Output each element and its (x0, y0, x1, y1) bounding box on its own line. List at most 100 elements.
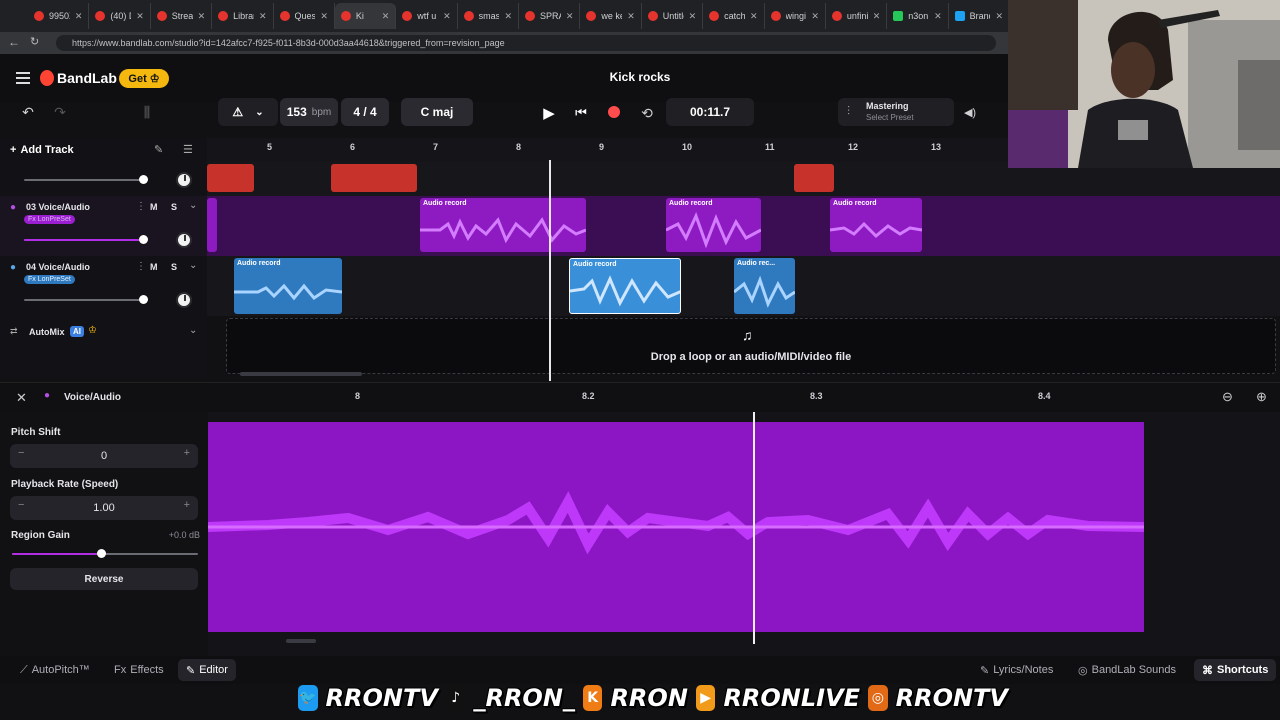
mastering-button[interactable]: ⫶ Mastering Select Preset (838, 98, 954, 126)
playback-rate-stepper[interactable]: − 1.00 + (10, 496, 198, 520)
close-tab-icon[interactable]: ✕ (934, 11, 942, 22)
browser-tab[interactable]: Library ✕ (212, 3, 274, 29)
audio-clip[interactable] (207, 164, 254, 192)
pitch-shift-stepper[interactable]: − 0 + (10, 444, 198, 468)
audio-clip[interactable]: Audio rec... (734, 258, 795, 314)
time-signature-field[interactable]: 4 / 4 (341, 98, 389, 126)
lyrics-notes-button[interactable]: ✎ Lyrics/Notes (980, 659, 1053, 681)
close-tab-icon[interactable]: ✕ (811, 11, 819, 22)
undo-icon[interactable]: ↶ (18, 102, 38, 122)
browser-tab[interactable]: Ki ✕ (334, 3, 397, 29)
mixer-icon[interactable]: ⫼ (137, 102, 157, 122)
pan-knob[interactable] (176, 232, 192, 248)
reverse-button[interactable]: Reverse (10, 568, 198, 590)
more-options-icon[interactable]: ⋮ (136, 261, 146, 272)
add-track-button[interactable]: + Add Track (10, 142, 74, 158)
region-waveform[interactable] (207, 422, 1145, 632)
reload-icon[interactable]: ↻ (30, 35, 39, 48)
skip-to-start-icon[interactable]: ⏮ (572, 102, 590, 124)
close-tab-icon[interactable]: ✕ (382, 11, 390, 22)
autopitch-button[interactable]: ⟋ AutoPitch™ (20, 659, 90, 681)
close-tab-icon[interactable]: ✕ (75, 11, 83, 22)
close-tab-icon[interactable]: ✕ (689, 11, 697, 22)
close-tab-icon[interactable]: ✕ (259, 11, 267, 22)
browser-tab[interactable]: (40) D ✕ (89, 3, 151, 29)
chevron-down-icon[interactable]: ⌄ (189, 325, 197, 336)
browser-tab[interactable]: 9950X ✕ (28, 3, 90, 29)
track-3-name[interactable]: 03 Voice/Audio (26, 202, 90, 212)
track-4-volume-slider[interactable] (24, 299, 144, 301)
solo-button[interactable]: S (171, 262, 177, 272)
close-tab-icon[interactable]: ✕ (750, 11, 758, 22)
settings-icon[interactable]: ☰ (183, 143, 193, 156)
close-tab-icon[interactable]: ✕ (320, 11, 328, 22)
close-tab-icon[interactable]: ✕ (995, 11, 1003, 22)
plus-icon[interactable]: + (184, 499, 190, 511)
loop-icon[interactable]: ⟲ (638, 102, 656, 124)
close-icon[interactable]: ✕ (16, 390, 27, 406)
track-4-name[interactable]: 04 Voice/Audio (26, 262, 90, 272)
browser-tab[interactable]: unfinis ✕ (826, 3, 888, 29)
browser-tab[interactable]: Untitle ✕ (642, 3, 704, 29)
volume-slider-thumb[interactable] (139, 295, 148, 304)
tempo-field[interactable]: 153 bpm (280, 98, 338, 126)
audio-clip[interactable]: Audio record (666, 198, 761, 252)
close-tab-icon[interactable]: ✕ (136, 11, 144, 22)
browser-tab[interactable]: wingin ✕ (765, 3, 826, 29)
chevron-down-icon[interactable]: ⌄ (189, 200, 197, 211)
pan-knob[interactable] (176, 292, 192, 308)
browser-tab[interactable]: Queso ✕ (274, 3, 335, 29)
more-options-icon[interactable]: ⋮ (136, 201, 146, 212)
url-field[interactable]: https://www.bandlab.com/studio?id=142afc… (56, 35, 996, 51)
track-4-fx-badge[interactable]: Fx LonPreSet (24, 275, 75, 284)
metronome-toggle[interactable]: ⚠ ⌄ (218, 98, 278, 126)
audio-clip[interactable]: Audio record (830, 198, 922, 252)
mute-button[interactable]: M (150, 262, 158, 272)
volume-icon[interactable]: ◀) (962, 104, 978, 120)
play-icon[interactable]: ▶ (540, 102, 558, 124)
shortcuts-button[interactable]: ⌘ Shortcuts (1194, 659, 1277, 681)
audio-clip[interactable] (794, 164, 834, 192)
mute-button[interactable]: M (150, 202, 158, 212)
track-4-lane[interactable]: Audio record Audio record Audio rec... (207, 256, 1280, 316)
browser-tab[interactable]: Stream ✕ (151, 3, 213, 29)
track-3-fx-badge[interactable]: Fx LonPreSet (24, 215, 75, 224)
zoom-out-icon[interactable]: ⊖ (1222, 389, 1233, 405)
magnet-icon[interactable]: ✎ (154, 143, 163, 156)
close-tab-icon[interactable]: ✕ (873, 11, 881, 22)
back-arrow-icon[interactable]: ← (8, 35, 20, 49)
audio-clip[interactable]: Audio record (234, 258, 342, 314)
drop-zone[interactable]: ♫ Drop a loop or an audio/MIDI/video fil… (226, 318, 1276, 374)
plus-icon[interactable]: + (184, 447, 190, 459)
zoom-in-icon[interactable]: ⊕ (1256, 389, 1267, 405)
pan-knob[interactable] (176, 172, 192, 188)
solo-button[interactable]: S (171, 202, 177, 212)
key-field[interactable]: C maj (401, 98, 473, 126)
close-tab-icon[interactable]: ✕ (566, 11, 574, 22)
browser-tab[interactable]: we kee ✕ (580, 3, 642, 29)
redo-icon[interactable]: ↷ (50, 102, 70, 122)
audio-clip-selected[interactable]: Audio record (569, 258, 681, 314)
volume-slider-thumb[interactable] (139, 175, 148, 184)
minus-icon[interactable]: − (18, 447, 24, 459)
horizontal-scrollbar[interactable] (240, 372, 362, 376)
chevron-down-icon[interactable]: ⌄ (189, 260, 197, 271)
effects-button[interactable]: Fx Effects (114, 659, 164, 681)
region-gain-thumb[interactable] (97, 549, 107, 558)
playhead[interactable] (549, 160, 551, 381)
audio-clip[interactable]: Audio record (420, 198, 586, 252)
close-tab-icon[interactable]: ✕ (443, 11, 451, 22)
audio-clip[interactable] (331, 164, 417, 192)
close-tab-icon[interactable]: ✕ (198, 11, 206, 22)
close-tab-icon[interactable]: ✕ (504, 11, 512, 22)
editor-button[interactable]: ✎ Editor (178, 659, 236, 681)
browser-tab[interactable]: wtf u s ✕ (396, 3, 458, 29)
browser-tab[interactable]: n3on S ✕ (887, 3, 949, 29)
bandlab-sounds-button[interactable]: ◎ BandLab Sounds (1078, 659, 1176, 681)
automix-label[interactable]: AutoMix (29, 327, 65, 337)
editor-waveform-area[interactable] (207, 412, 1280, 656)
volume-slider-thumb[interactable] (139, 235, 148, 244)
browser-tab[interactable]: smash ✕ (458, 3, 519, 29)
editor-playhead[interactable] (753, 412, 755, 644)
browser-tab[interactable]: SPRAY ✕ (519, 3, 581, 29)
